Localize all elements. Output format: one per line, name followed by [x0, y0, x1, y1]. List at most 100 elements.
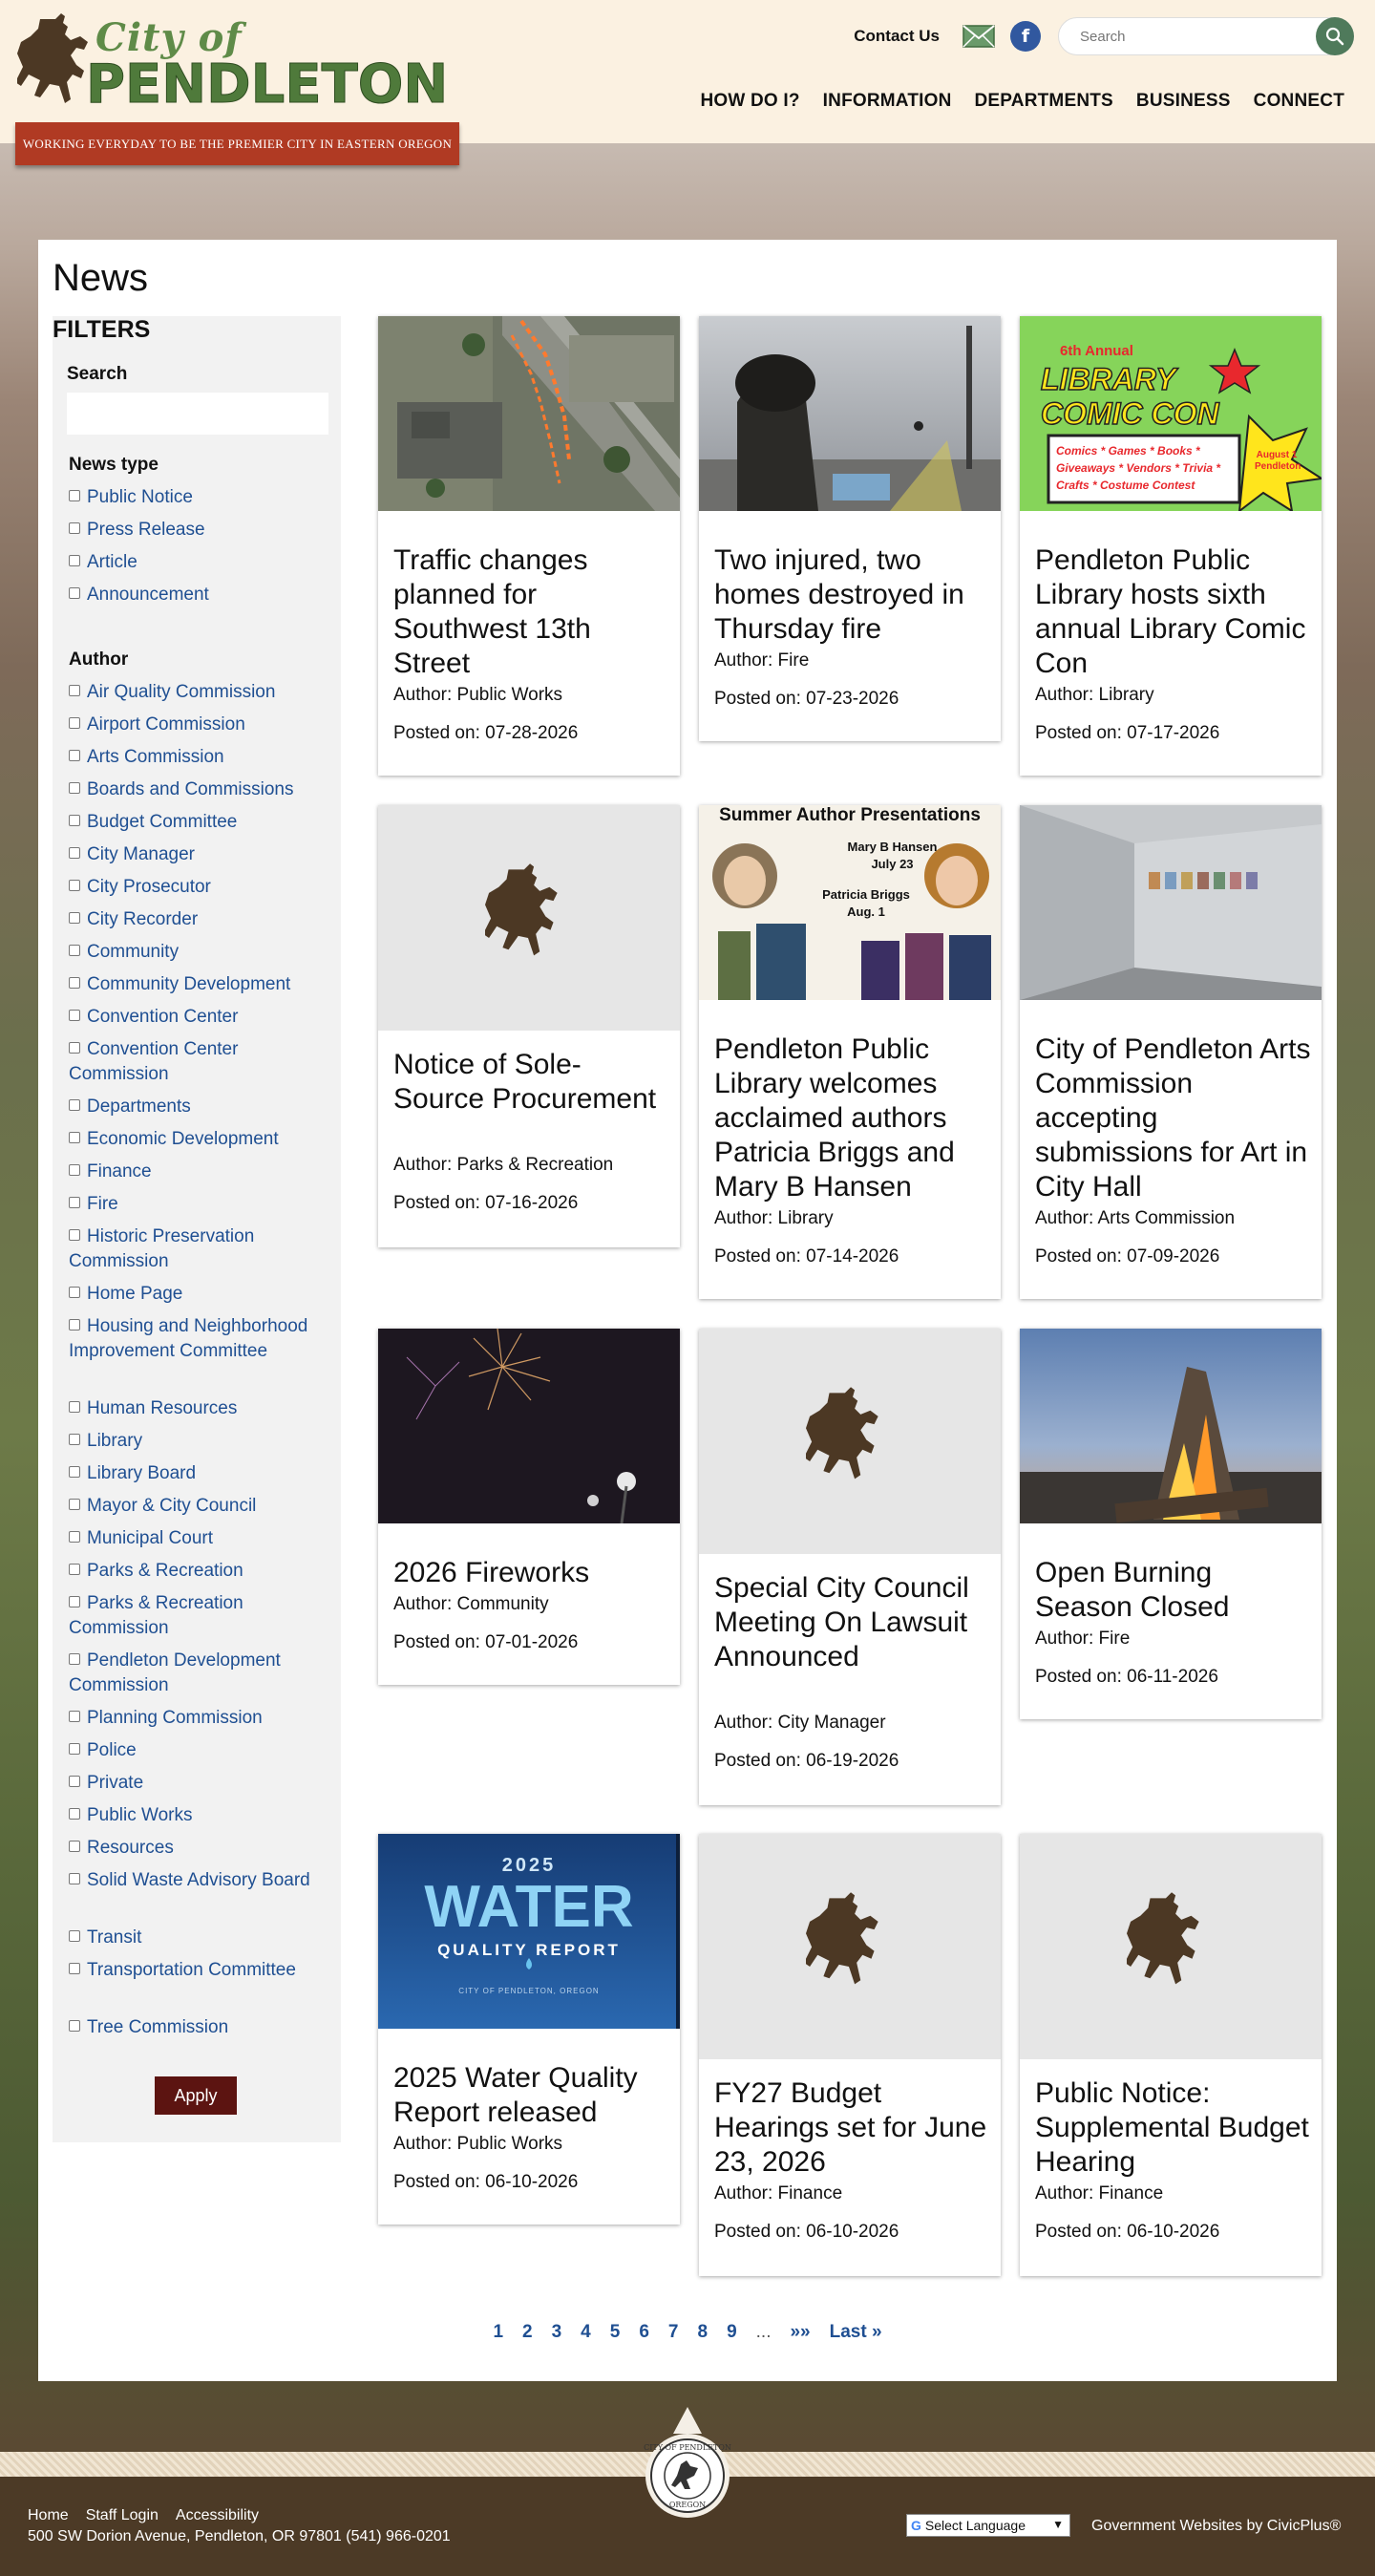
- contact-us-link[interactable]: Contact Us: [854, 27, 940, 46]
- checkbox[interactable]: [69, 880, 80, 891]
- filter-author[interactable]: Library Board: [69, 1461, 334, 1486]
- site-search-button[interactable]: [1316, 17, 1354, 55]
- apply-filters-button[interactable]: Apply: [155, 2076, 237, 2115]
- checkbox[interactable]: [69, 912, 80, 924]
- filter-author[interactable]: Police: [69, 1738, 334, 1763]
- checkbox[interactable]: [69, 1287, 80, 1298]
- checkbox[interactable]: [69, 1841, 80, 1852]
- checkbox[interactable]: [69, 1531, 80, 1543]
- news-card[interactable]: FY27 Budget Hearings set for June 23, 20…: [699, 1834, 1001, 2276]
- nav-how-do-i[interactable]: HOW DO I?: [700, 91, 799, 112]
- filter-author[interactable]: Transit: [69, 1926, 334, 1950]
- card-title[interactable]: Pendleton Public Library hosts sixth ann…: [1035, 543, 1312, 681]
- filter-author[interactable]: City Manager: [69, 842, 334, 867]
- last-page-link[interactable]: Last »: [830, 2322, 882, 2343]
- checkbox[interactable]: [69, 1319, 80, 1331]
- checkbox[interactable]: [69, 945, 80, 956]
- checkbox[interactable]: [69, 1042, 80, 1054]
- filter-author[interactable]: Public Works: [69, 1803, 334, 1828]
- checkbox[interactable]: [69, 2020, 80, 2032]
- filter-author[interactable]: Community: [69, 940, 334, 965]
- news-card[interactable]: 2026 Fireworks Author: Community Posted …: [378, 1329, 680, 1685]
- news-card[interactable]: City of Pendleton Arts Commission accept…: [1020, 805, 1322, 1299]
- page-link[interactable]: 9: [727, 2322, 737, 2343]
- card-title[interactable]: City of Pendleton Arts Commission accept…: [1035, 1033, 1312, 1204]
- filter-author[interactable]: Finance: [69, 1160, 334, 1184]
- next-page-link[interactable]: »»: [790, 2322, 810, 2343]
- card-title[interactable]: 2026 Fireworks: [393, 1556, 670, 1590]
- checkbox[interactable]: [69, 1564, 80, 1575]
- filter-author[interactable]: Economic Development: [69, 1127, 334, 1152]
- checkbox[interactable]: [69, 1164, 80, 1176]
- page-link[interactable]: 5: [610, 2322, 621, 2343]
- page-link[interactable]: 2: [522, 2322, 533, 2343]
- nav-business[interactable]: BUSINESS: [1136, 91, 1231, 112]
- checkbox[interactable]: [69, 1099, 80, 1111]
- page-link[interactable]: 8: [697, 2322, 708, 2343]
- filter-author[interactable]: Air Quality Commission: [69, 680, 334, 705]
- city-logo[interactable]: City of PENDLETON: [17, 11, 456, 121]
- filter-author[interactable]: Community Development: [69, 972, 334, 997]
- filter-author[interactable]: Private: [69, 1771, 334, 1796]
- filter-author[interactable]: Arts Commission: [69, 745, 334, 770]
- filter-author[interactable]: Historic Preservation Commission: [69, 1224, 334, 1274]
- card-title[interactable]: Traffic changes planned for Southwest 13…: [393, 543, 670, 681]
- checkbox[interactable]: [69, 1401, 80, 1413]
- language-select[interactable]: G Select Language ▼: [906, 2514, 1070, 2537]
- checkbox[interactable]: [69, 1711, 80, 1722]
- filter-news-type-article[interactable]: Article: [69, 550, 334, 575]
- checkbox[interactable]: [69, 490, 80, 501]
- card-title[interactable]: 2025 Water Quality Report released: [393, 2061, 670, 2130]
- page-link[interactable]: 3: [552, 2322, 562, 2343]
- card-title[interactable]: Public Notice: Supplemental Budget Heari…: [1035, 2076, 1312, 2180]
- news-card[interactable]: Summer Author Presentations Mary B Hanse…: [699, 805, 1001, 1299]
- checkbox[interactable]: [69, 1653, 80, 1665]
- news-card[interactable]: 2025 WATER QUALITY REPORT CITY OF PENDLE…: [378, 1834, 680, 2225]
- checkbox[interactable]: [69, 685, 80, 696]
- filter-author[interactable]: Planning Commission: [69, 1706, 334, 1731]
- nav-departments[interactable]: DEPARTMENTS: [975, 91, 1113, 112]
- filter-author[interactable]: Library: [69, 1429, 334, 1454]
- filter-author[interactable]: Airport Commission: [69, 713, 334, 737]
- checkbox[interactable]: [69, 1743, 80, 1755]
- civicplus-credit[interactable]: Government Websites by CivicPlus®: [1091, 2518, 1341, 2535]
- checkbox[interactable]: [69, 1197, 80, 1208]
- checkbox[interactable]: [69, 522, 80, 534]
- news-card[interactable]: Traffic changes planned for Southwest 13…: [378, 316, 680, 776]
- filter-author[interactable]: Resources: [69, 1836, 334, 1861]
- checkbox[interactable]: [69, 750, 80, 761]
- filter-author[interactable]: Convention Center Commission: [69, 1037, 334, 1087]
- filter-author[interactable]: Convention Center: [69, 1005, 334, 1030]
- filter-author[interactable]: Budget Committee: [69, 810, 334, 835]
- nav-connect[interactable]: CONNECT: [1254, 91, 1344, 112]
- filter-author[interactable]: Municipal Court: [69, 1526, 334, 1551]
- footer-accessibility-link[interactable]: Accessibility: [176, 2507, 259, 2524]
- filter-author[interactable]: City Prosecutor: [69, 875, 334, 900]
- checkbox[interactable]: [69, 555, 80, 566]
- filter-author[interactable]: Solid Waste Advisory Board: [69, 1868, 334, 1893]
- checkbox[interactable]: [69, 1010, 80, 1021]
- checkbox[interactable]: [69, 1963, 80, 1974]
- checkbox[interactable]: [69, 1466, 80, 1478]
- card-title[interactable]: Notice of Sole-Source Procurement: [393, 1048, 670, 1117]
- checkbox[interactable]: [69, 1776, 80, 1787]
- checkbox[interactable]: [69, 847, 80, 859]
- checkbox[interactable]: [69, 1229, 80, 1241]
- filter-author[interactable]: Boards and Commissions: [69, 777, 334, 802]
- news-card[interactable]: Open Burning Season Closed Author: Fire …: [1020, 1329, 1322, 1719]
- checkbox[interactable]: [69, 1499, 80, 1510]
- card-title[interactable]: FY27 Budget Hearings set for June 23, 20…: [714, 2076, 991, 2180]
- checkbox[interactable]: [69, 1873, 80, 1884]
- page-link[interactable]: 6: [639, 2322, 649, 2343]
- checkbox[interactable]: [69, 1930, 80, 1942]
- checkbox[interactable]: [69, 1596, 80, 1607]
- facebook-icon[interactable]: f: [1010, 21, 1041, 52]
- checkbox[interactable]: [69, 1434, 80, 1445]
- checkbox[interactable]: [69, 717, 80, 729]
- filter-author[interactable]: Housing and Neighborhood Improvement Com…: [69, 1314, 334, 1364]
- filter-author[interactable]: Human Resources: [69, 1396, 334, 1421]
- filter-author[interactable]: Parks & Recreation Commission: [69, 1591, 334, 1641]
- checkbox[interactable]: [69, 977, 80, 989]
- filter-author[interactable]: Fire: [69, 1192, 334, 1217]
- mail-icon[interactable]: [962, 25, 995, 48]
